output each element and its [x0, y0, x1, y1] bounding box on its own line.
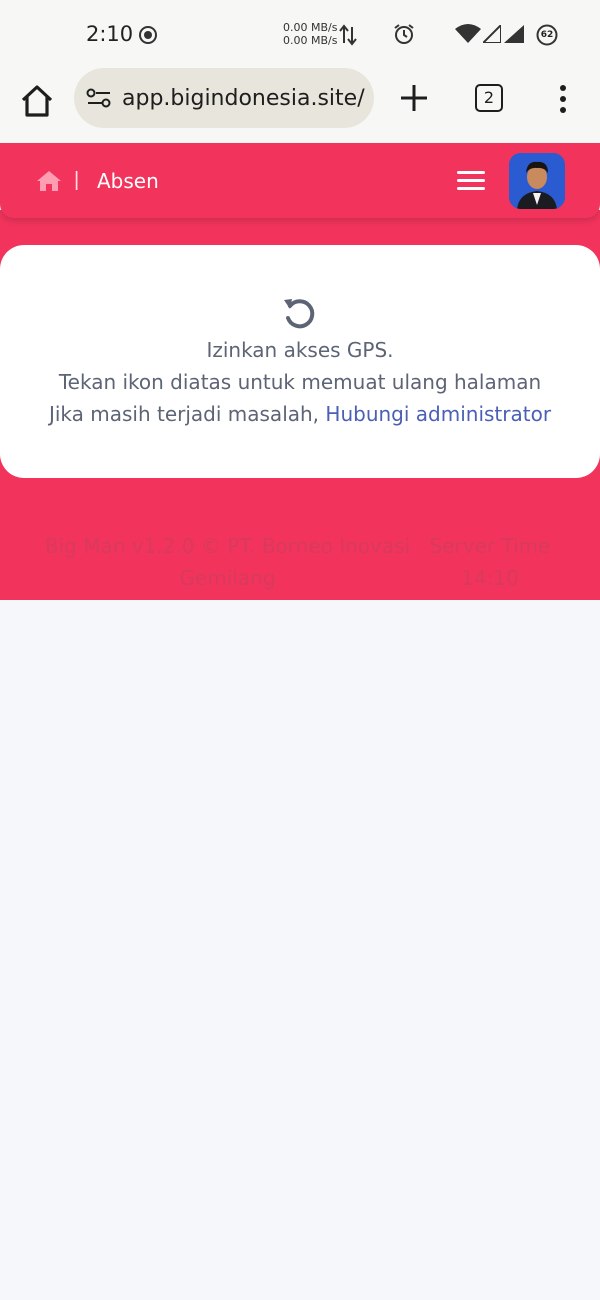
battery-level: 62 [540, 30, 554, 40]
avatar[interactable] [509, 153, 565, 209]
contact-message: Jika masih terjadi masalah, Hubungi admi… [0, 402, 600, 426]
url-text[interactable]: app.bigindonesia.site/ [122, 86, 367, 111]
reload-instruction: Tekan ikon diatas untuk memuat ulang hal… [58, 370, 542, 394]
server-time-label: Server Time [429, 534, 551, 558]
page-title: Absen [97, 169, 159, 193]
hamburger-icon[interactable] [457, 168, 485, 192]
footer-copyright: Big Man v1.2.0 © PT. Borneo Inovasi Gemi… [44, 534, 411, 590]
contact-prefix: Jika masih terjadi masalah, [48, 402, 326, 426]
site-settings-icon[interactable] [86, 87, 112, 109]
plus-icon[interactable] [398, 82, 430, 114]
wifi-icon [455, 24, 481, 43]
updown-arrows-icon [339, 24, 357, 46]
reload-icon[interactable] [282, 296, 318, 332]
home-icon[interactable] [18, 82, 56, 120]
browser-toolbar: app.bigindonesia.site/ 2 [0, 68, 600, 143]
network-speed: 0.00 MB/s 0.00 MB/s [283, 21, 337, 47]
address-bar[interactable]: app.bigindonesia.site/ [74, 68, 374, 128]
status-bar: 2:10 0.00 MB/s 0.00 MB/s 62 [0, 0, 600, 68]
gps-permission-card: Izinkan akses GPS. Tekan ikon diatas unt… [0, 245, 600, 478]
app-header: | Absen [0, 143, 600, 218]
signal-icon [483, 25, 501, 43]
net-down-speed: 0.00 MB/s [283, 34, 338, 47]
gps-message: Izinkan akses GPS. [206, 338, 394, 362]
signal-icon [504, 25, 524, 43]
tabs-button[interactable]: 2 [475, 84, 503, 112]
breadcrumb-separator: | [74, 169, 80, 191]
avatar-image [509, 153, 565, 209]
server-time: Server Time 14:10 [420, 530, 560, 594]
status-time: 2:10 [86, 22, 134, 46]
server-time-value: 14:10 [461, 566, 519, 590]
record-icon [139, 26, 157, 44]
alarm-icon [394, 24, 414, 44]
net-up-speed: 0.00 MB/s [283, 21, 338, 34]
home-icon[interactable] [36, 169, 62, 193]
more-vert-icon[interactable] [552, 82, 574, 116]
contact-admin-link[interactable]: Hubungi administrator [325, 402, 551, 426]
